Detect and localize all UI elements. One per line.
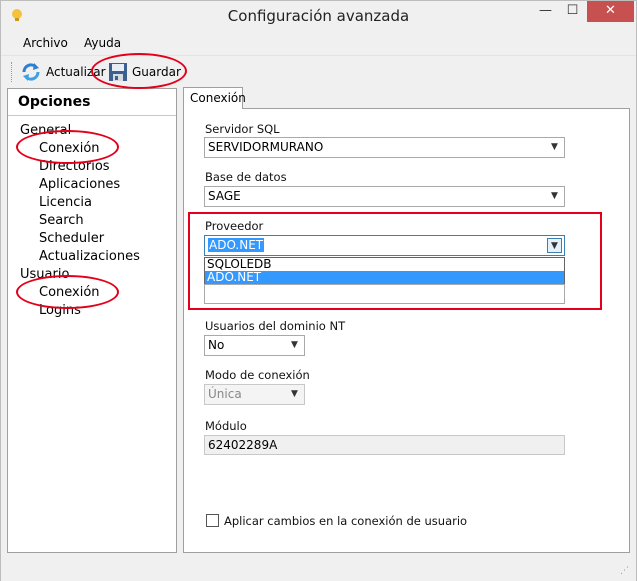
modo-combo: Única ▼ bbox=[204, 384, 305, 405]
proveedor-label: Proveedor bbox=[205, 219, 264, 233]
proveedor-value: ADO.NET bbox=[208, 238, 265, 252]
close-button[interactable]: ✕ bbox=[587, 1, 634, 22]
tree-group-general[interactable]: General bbox=[20, 123, 71, 138]
refresh-icon bbox=[20, 61, 42, 83]
chevron-down-icon: ▼ bbox=[551, 142, 558, 152]
options-tree-panel: Opciones bbox=[7, 88, 177, 553]
title-bar: Configuración avanzada — ☐ ✕ bbox=[1, 1, 636, 31]
refresh-button[interactable]: Actualizar bbox=[20, 59, 106, 85]
modo-value: Única bbox=[208, 387, 242, 401]
base-combo[interactable]: SAGE ▼ bbox=[204, 186, 565, 207]
tree-group-usuario[interactable]: Usuario bbox=[20, 267, 69, 282]
minimize-button[interactable]: — bbox=[532, 1, 559, 22]
servidor-label: Servidor SQL bbox=[205, 122, 280, 136]
modulo-field: 62402289A bbox=[204, 435, 565, 455]
save-label: Guardar bbox=[132, 65, 181, 79]
modulo-value: 62402289A bbox=[208, 438, 278, 452]
main-window: Configuración avanzada — ☐ ✕ Archivo Ayu… bbox=[0, 0, 637, 581]
tree-item-usuario-conexion[interactable]: Conexión bbox=[39, 285, 100, 300]
save-button[interactable]: Guardar bbox=[108, 59, 181, 85]
chevron-down-icon: ▼ bbox=[547, 238, 562, 253]
tree-item-licencia[interactable]: Licencia bbox=[39, 195, 92, 210]
menu-archivo[interactable]: Archivo bbox=[23, 36, 68, 50]
usuarios-value: No bbox=[208, 338, 225, 352]
base-label: Base de datos bbox=[205, 170, 287, 184]
servidor-value: SERVIDORMURANO bbox=[208, 140, 324, 154]
floppy-disk-icon bbox=[108, 61, 128, 83]
size-grip-icon[interactable]: ⋰ bbox=[620, 566, 630, 576]
tab-conexion[interactable]: Conexión bbox=[183, 87, 246, 109]
menu-ayuda[interactable]: Ayuda bbox=[84, 36, 121, 50]
tree-item-scheduler[interactable]: Scheduler bbox=[39, 231, 104, 246]
toolbar-grip[interactable] bbox=[11, 62, 14, 82]
maximize-button[interactable]: ☐ bbox=[559, 1, 586, 22]
proveedor-option-adonet[interactable]: ADO.NET bbox=[205, 271, 564, 284]
tree-item-search[interactable]: Search bbox=[39, 213, 84, 228]
modulo-label: Módulo bbox=[205, 419, 247, 433]
apply-changes-label: Aplicar cambios en la conexión de usuari… bbox=[224, 514, 468, 528]
usuarios-combo[interactable]: No ▼ bbox=[204, 335, 305, 356]
usuarios-label: Usuarios del dominio NT bbox=[205, 319, 346, 333]
menu-bar: Archivo Ayuda bbox=[1, 31, 636, 54]
modo-label: Modo de conexión bbox=[205, 368, 310, 382]
chevron-down-icon: ▼ bbox=[291, 340, 298, 350]
tree-item-directorios[interactable]: Directorios bbox=[39, 159, 110, 174]
options-header: Opciones bbox=[8, 89, 176, 116]
apply-changes-checkbox[interactable] bbox=[206, 514, 219, 527]
chevron-down-icon: ▼ bbox=[551, 191, 558, 201]
tree-item-aplicaciones[interactable]: Aplicaciones bbox=[39, 177, 120, 192]
tree-item-general-conexion[interactable]: Conexión bbox=[39, 141, 100, 156]
proveedor-combo[interactable]: ADO.NET ▼ bbox=[204, 235, 565, 256]
toolbar: Actualizar Guardar bbox=[1, 55, 636, 86]
status-bar: ⋰ bbox=[1, 557, 636, 581]
chevron-down-icon: ▼ bbox=[291, 389, 298, 399]
refresh-label: Actualizar bbox=[46, 65, 106, 79]
tree-item-logins[interactable]: Logins bbox=[39, 303, 81, 318]
tree-item-actualizaciones[interactable]: Actualizaciones bbox=[39, 249, 140, 264]
servidor-combo[interactable]: SERVIDORMURANO ▼ bbox=[204, 137, 565, 158]
proveedor-dropdown-list: SQLOLEDB ADO.NET bbox=[204, 257, 565, 284]
hidden-field-under-dropdown[interactable] bbox=[204, 284, 565, 304]
base-value: SAGE bbox=[208, 189, 241, 203]
